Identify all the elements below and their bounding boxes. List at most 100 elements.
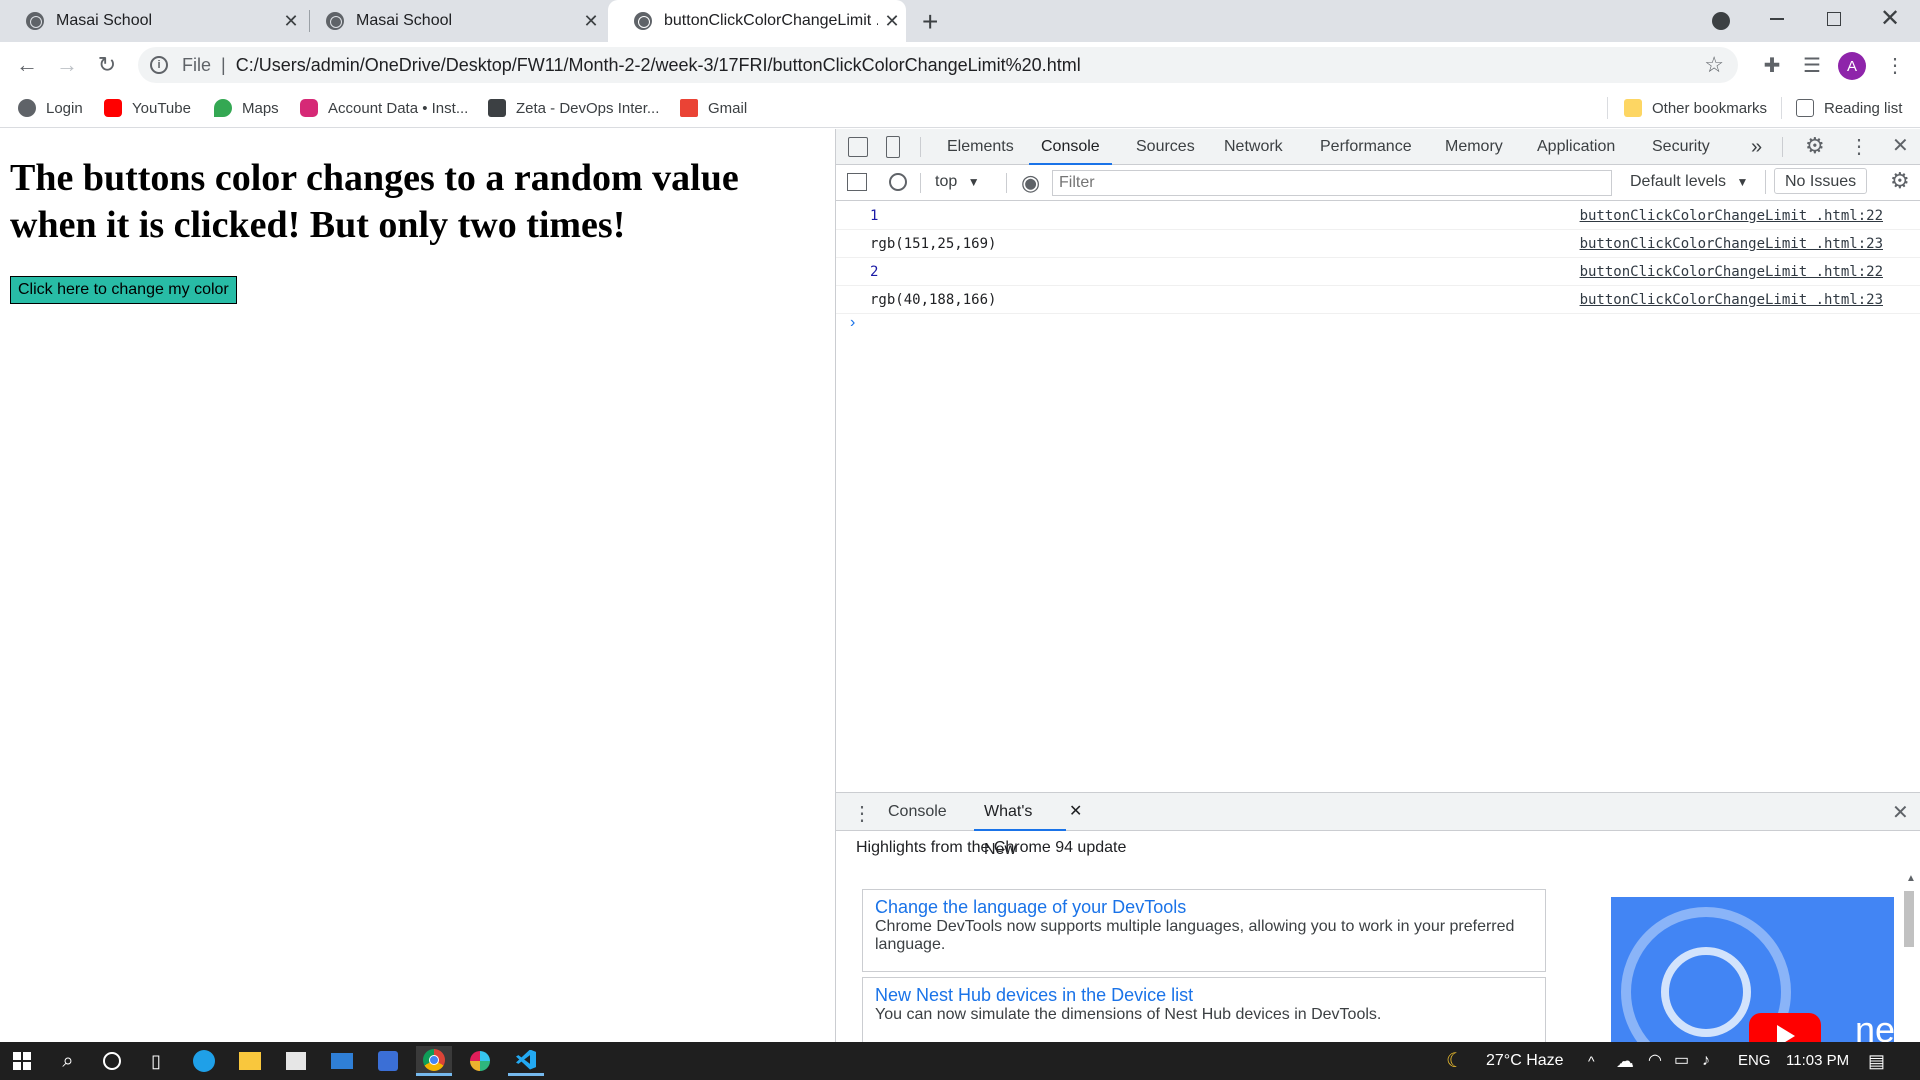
reading-list[interactable]: Reading list xyxy=(1796,97,1902,119)
change-color-button[interactable]: Click here to change my color xyxy=(10,276,237,304)
tab-memory[interactable]: Memory xyxy=(1445,129,1503,165)
console-log-row: rgb(40,188,166) buttonClickColorChangeLi… xyxy=(836,286,1920,314)
tray-chevron-up-icon[interactable]: ^ xyxy=(1588,1042,1595,1080)
bookmark-youtube[interactable]: YouTube xyxy=(104,97,191,119)
new-tab-button[interactable]: + xyxy=(922,6,938,38)
browser-tab-active[interactable]: buttonClickColorChangeLimit .html ✕ xyxy=(608,0,906,42)
bookmark-maps[interactable]: Maps xyxy=(214,97,279,119)
tab-console[interactable]: Console xyxy=(1029,129,1112,165)
console-source-link[interactable]: buttonClickColorChangeLimit .html:23 xyxy=(1580,230,1883,258)
console-filter-input[interactable] xyxy=(1052,170,1612,196)
wifi-icon[interactable]: ◠ xyxy=(1648,1042,1662,1080)
url-text[interactable]: C:/Users/admin/OneDrive/Desktop/FW11/Mon… xyxy=(236,55,1081,76)
whats-new-card[interactable]: Change the language of your DevTools Chr… xyxy=(862,889,1546,972)
mail-icon[interactable] xyxy=(324,1046,360,1076)
console-source-link[interactable]: buttonClickColorChangeLimit .html:23 xyxy=(1580,286,1883,314)
devtools-menu-icon[interactable]: ⋮ xyxy=(1849,134,1869,159)
console-prompt[interactable]: › xyxy=(850,314,855,332)
edge-icon[interactable] xyxy=(186,1046,222,1076)
clock[interactable]: 11:03 PM xyxy=(1786,1042,1849,1080)
whats-new-card-title[interactable]: Change the language of your DevTools xyxy=(875,896,1533,918)
close-tab-icon[interactable]: ✕ xyxy=(1069,801,1082,821)
console-settings-gear-icon[interactable]: ⚙ xyxy=(1890,168,1910,194)
onedrive-cloud-icon[interactable]: ☁ xyxy=(1616,1042,1634,1080)
slack-icon[interactable] xyxy=(462,1046,498,1076)
drawer-scrollbar[interactable]: ▲ xyxy=(1902,873,1916,1043)
weather-moon-icon[interactable]: ☾ xyxy=(1446,1042,1464,1080)
console-source-link[interactable]: buttonClickColorChangeLimit .html:22 xyxy=(1580,202,1883,230)
drawer-tab-whats-new[interactable]: What's New xyxy=(974,793,1066,858)
vscode-icon[interactable] xyxy=(508,1046,544,1076)
drawer-menu-icon[interactable]: ⋮ xyxy=(852,801,872,826)
reload-icon[interactable]: ↻ xyxy=(92,50,122,80)
whats-new-card[interactable]: New Nest Hub devices in the Device list … xyxy=(862,977,1546,1043)
menu-kebab-icon[interactable]: ⋮ xyxy=(1880,50,1910,80)
log-levels-dropdown[interactable]: Default levels ▼ xyxy=(1630,173,1748,191)
bookmarks-bar: Login YouTube Maps Account Data • Inst..… xyxy=(0,88,1920,128)
show-sidebar-icon[interactable] xyxy=(847,173,867,191)
bookmark-label: YouTube xyxy=(132,99,191,117)
battery-icon[interactable]: ▭ xyxy=(1674,1042,1689,1080)
console-source-link[interactable]: buttonClickColorChangeLimit .html:22 xyxy=(1580,258,1883,286)
info-icon[interactable]: i xyxy=(150,56,168,74)
toolbar-divider xyxy=(920,137,921,157)
tab-security[interactable]: Security xyxy=(1652,129,1710,165)
extensions-icon[interactable]: ✚ xyxy=(1757,50,1787,80)
window-close-icon[interactable]: ✕ xyxy=(1880,4,1900,33)
tab-performance[interactable]: Performance xyxy=(1320,129,1412,165)
inspect-element-icon[interactable] xyxy=(848,137,868,157)
store-icon[interactable] xyxy=(278,1046,314,1076)
issues-button[interactable]: No Issues xyxy=(1774,168,1868,194)
windows-start-icon[interactable] xyxy=(4,1046,40,1076)
bookmark-zeta[interactable]: Zeta - DevOps Inter... xyxy=(488,97,659,119)
media-control-icon[interactable]: ☰ xyxy=(1797,50,1827,80)
maps-icon xyxy=(214,99,232,117)
scrollbar-thumb[interactable] xyxy=(1904,891,1914,947)
chrome-taskbar-icon[interactable] xyxy=(416,1046,452,1076)
youtube-play-icon[interactable] xyxy=(1749,1013,1821,1043)
live-expression-eye-icon[interactable]: ◉ xyxy=(1005,170,1040,196)
tab-application[interactable]: Application xyxy=(1537,129,1615,165)
tab-elements[interactable]: Elements xyxy=(947,129,1014,165)
notifications-icon[interactable]: ▤ xyxy=(1868,1042,1885,1080)
bookmark-star-icon[interactable]: ☆ xyxy=(1704,52,1724,78)
weather-status[interactable]: 27°C Haze xyxy=(1486,1042,1564,1080)
restore-icon[interactable] xyxy=(1827,12,1841,26)
settings-gear-icon[interactable]: ⚙ xyxy=(1805,133,1825,159)
search-icon[interactable]: ⌕ xyxy=(50,1046,86,1076)
context-selector[interactable]: top ▼ xyxy=(935,173,980,191)
profile-avatar[interactable]: A xyxy=(1838,52,1866,80)
tab-sources[interactable]: Sources xyxy=(1136,129,1195,165)
cortana-icon[interactable] xyxy=(94,1046,130,1076)
minimize-icon[interactable] xyxy=(1770,18,1784,20)
tab-search-icon[interactable] xyxy=(1712,12,1730,30)
close-tab-icon[interactable]: ✕ xyxy=(577,11,605,32)
tab-strip: Masai School ✕ Masai School ✕ buttonClic… xyxy=(0,0,1920,42)
whats-new-video-thumbnail[interactable]: ne xyxy=(1611,897,1894,1043)
file-explorer-icon[interactable] xyxy=(232,1046,268,1076)
tab-network[interactable]: Network xyxy=(1224,129,1283,165)
bookmark-account-data[interactable]: Account Data • Inst... xyxy=(300,97,468,119)
volume-icon[interactable]: ♪ xyxy=(1702,1042,1710,1080)
bookmark-gmail[interactable]: Gmail xyxy=(680,97,747,119)
whats-new-card-title[interactable]: New Nest Hub devices in the Device list xyxy=(875,984,1533,1006)
browser-tab[interactable]: Masai School ✕ xyxy=(0,0,305,42)
browser-tab[interactable]: Masai School ✕ xyxy=(300,0,605,42)
close-devtools-icon[interactable]: ✕ xyxy=(1892,133,1909,158)
bookmark-login[interactable]: Login xyxy=(18,97,83,119)
device-toolbar-icon[interactable] xyxy=(886,136,900,158)
address-bar[interactable]: i File | C:/Users/admin/OneDrive/Desktop… xyxy=(138,47,1738,83)
close-tab-icon[interactable]: ✕ xyxy=(878,11,906,32)
other-bookmarks[interactable]: Other bookmarks xyxy=(1624,97,1767,119)
clear-console-icon[interactable] xyxy=(889,173,907,191)
language-indicator[interactable]: ENG xyxy=(1738,1042,1771,1080)
drawer-tab-console[interactable]: Console xyxy=(888,793,947,831)
browser-toolbar: ← → ↻ i File | C:/Users/admin/OneDrive/D… xyxy=(0,42,1920,88)
back-icon[interactable]: ← xyxy=(12,50,42,80)
more-tabs-icon[interactable]: » xyxy=(1751,129,1762,165)
scroll-up-icon[interactable]: ▲ xyxy=(1906,873,1916,884)
task-view-icon[interactable]: ▯ xyxy=(138,1046,174,1076)
forward-icon[interactable]: → xyxy=(52,50,82,80)
close-drawer-icon[interactable]: ✕ xyxy=(1892,800,1909,825)
notes-app-icon[interactable] xyxy=(370,1046,406,1076)
